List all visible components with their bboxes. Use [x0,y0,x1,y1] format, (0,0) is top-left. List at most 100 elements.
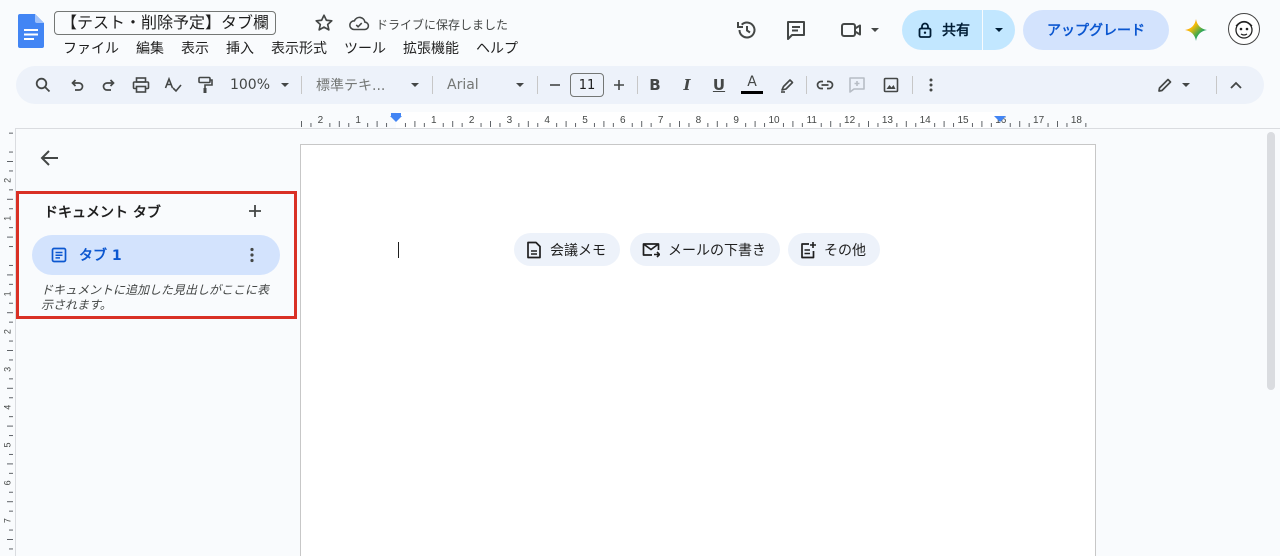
share-dropdown-button[interactable] [983,10,1015,50]
menu-file[interactable]: ファイル [63,38,119,58]
save-status: ドライブに保存しました [376,18,509,32]
redo-button[interactable] [98,66,120,104]
ruler-label: 17 [1033,115,1045,126]
chip-label: 会議メモ [550,242,606,259]
gemini-icon[interactable] [1184,18,1208,42]
document-icon [527,241,541,258]
search-menus-button[interactable] [32,66,54,104]
ruler-label: 13 [882,115,894,126]
hide-menus-button[interactable] [1224,66,1248,104]
meet-button[interactable] [838,17,882,43]
italic-button[interactable]: I [676,66,698,104]
menu-edit[interactable]: 編集 [136,38,164,58]
chip-label: メールの下書き [668,242,766,259]
chip-label: その他 [824,242,866,259]
plus-icon [614,80,624,90]
print-button[interactable] [130,66,152,104]
highlight-color-button[interactable] [776,66,798,104]
menu-tools[interactable]: ツール [344,38,386,58]
comments-button[interactable] [783,17,809,43]
undo-icon [71,79,84,91]
avatar-face-icon [1235,20,1253,39]
menu-format[interactable]: 表示形式 [271,38,327,58]
paragraph-style-select[interactable]: 標準テキ... [316,66,420,104]
vertical-ruler[interactable]: 2 1 1 2 3 4 5 6 7 [0,128,16,556]
toolbar-divider [637,76,638,94]
ruler-label: 10 [768,115,780,126]
vruler-background [0,128,16,556]
share-button[interactable]: 共有 [902,10,982,50]
document-tabs-title: ドキュメント タブ [44,205,161,221]
toolbar-divider [806,76,807,94]
toolbar-divider [301,76,302,94]
meeting-notes-chip[interactable]: 会議メモ [514,233,620,266]
toolbar-divider [1216,76,1217,94]
back-arrow-icon[interactable] [38,146,62,170]
add-comment-icon [849,77,865,93]
ruler-label: 5 [582,115,588,126]
more-tools-button[interactable] [921,66,941,104]
video-camera-icon [841,23,861,37]
version-history-button[interactable] [734,17,760,43]
toolbar-divider [432,76,433,94]
star-icon[interactable] [313,12,335,34]
paint-format-icon [198,76,213,93]
font-select[interactable]: Arial [447,66,525,104]
cloud-saved-icon[interactable] [348,14,370,34]
text-color-glyph: A [747,73,757,90]
more-templates-chip[interactable]: その他 [788,233,880,266]
email-draft-chip[interactable]: メールの下書き [630,233,780,266]
menu-insert[interactable]: 挿入 [226,38,254,58]
ruler-label: 7 [658,115,664,126]
upgrade-button[interactable]: アップグレード [1023,10,1169,50]
horizontal-ruler[interactable]: 21123456789101112131415161718 [300,112,1096,128]
spellcheck-button[interactable] [162,66,184,104]
menu-view[interactable]: 表示 [181,38,209,58]
menu-extensions[interactable]: 拡張機能 [403,38,459,58]
bold-button[interactable]: B [644,66,666,104]
font-size-input[interactable]: 11 [570,73,604,97]
caret-down-icon [871,28,879,32]
insert-image-button[interactable] [880,66,902,104]
tab-item-1[interactable]: タブ 1 [32,235,280,275]
document-page[interactable]: 会議メモ メールの下書き その他 [300,144,1096,556]
undo-button[interactable] [66,66,88,104]
zoom-select[interactable]: 100% [228,66,292,104]
caret-down-icon [516,83,524,87]
insert-link-button[interactable] [814,66,836,104]
text-cursor [398,242,399,258]
ruler-label: 4 [544,115,550,126]
ruler-label: 12 [844,115,856,126]
insert-comment-button[interactable] [846,66,868,104]
tab-options-icon[interactable] [242,245,262,265]
ruler-label: 14 [920,115,932,126]
redo-icon [102,79,115,91]
document-title-input[interactable]: 【テスト・削除予定】タブ欄 [54,11,277,35]
toolbar-divider [912,76,913,94]
image-icon [883,77,899,93]
paint-format-button[interactable] [194,66,216,104]
menu-help[interactable]: ヘルプ [476,38,518,58]
decrease-font-size-button[interactable] [546,66,564,104]
first-line-indent-marker[interactable] [391,113,401,116]
ruler-divider [0,128,1280,129]
vertical-scrollbar[interactable] [1267,132,1275,390]
chevron-up-icon [1230,81,1242,89]
account-avatar[interactable] [1228,13,1260,45]
docs-logo-icon[interactable] [18,14,44,48]
add-tab-icon[interactable] [245,201,265,221]
text-color-button[interactable]: A [740,66,764,104]
underline-button[interactable]: U [708,66,730,104]
increase-font-size-button[interactable] [610,66,628,104]
vruler-label: 4 [2,405,12,410]
menu-bar: ファイル 編集 表示 挿入 表示形式 ツール 拡張機能 ヘルプ [63,38,535,58]
caret-down-icon [1182,83,1190,87]
vruler-label: 1 [2,291,12,296]
link-icon [816,80,834,90]
ruler-label: 1 [431,115,437,126]
share-label: 共有 [942,23,970,39]
editing-mode-button[interactable] [1154,66,1194,104]
caret-down-icon [281,83,290,87]
docs-app: 【テスト・削除予定】タブ欄 ドライブに保存しました ファイル 編集 表示 挿入 … [0,0,1280,556]
lock-icon [918,22,932,38]
